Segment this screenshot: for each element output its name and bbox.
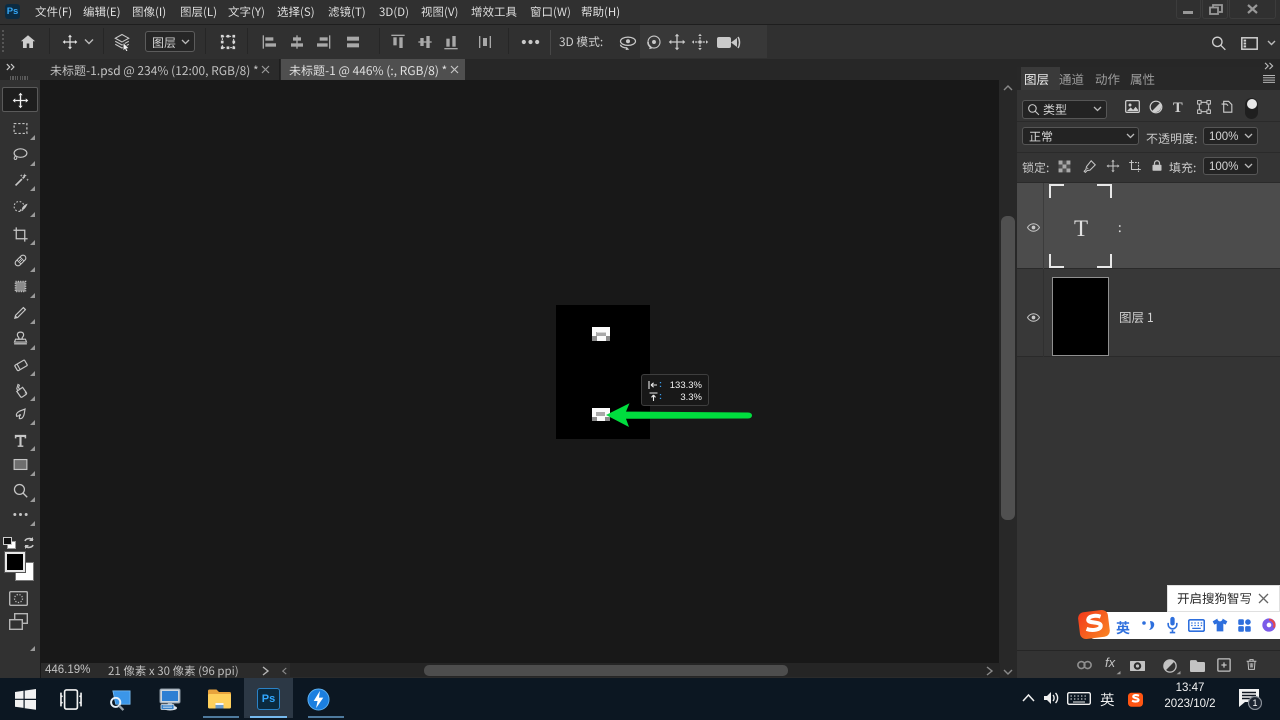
svg-text:1: 1 xyxy=(1252,698,1257,708)
